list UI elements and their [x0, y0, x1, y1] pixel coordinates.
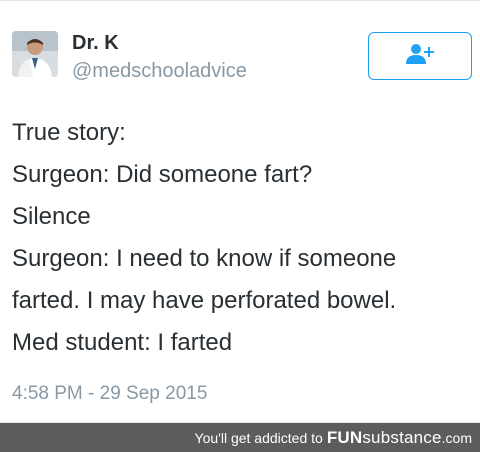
watermark-brand-bold: FUN	[326, 427, 363, 447]
watermark-bar: You'll get addicted to FUNsubstance .com	[0, 423, 480, 452]
top-divider	[0, 0, 480, 1]
watermark-brand-rest: substance	[362, 427, 442, 447]
tweet-line: Surgeon: Did someone fart?	[12, 161, 313, 188]
watermark-domain: .com	[441, 429, 472, 446]
tweet-line: Med student: I farted	[12, 329, 233, 356]
avatar[interactable]	[12, 31, 58, 77]
tweet-line: True story:	[12, 119, 126, 146]
tweet-line: farted. I may have perforated bowel.	[12, 287, 397, 314]
tweet-timestamp[interactable]: 4:58 PM - 29 Sep 2015	[12, 382, 207, 406]
watermark-tagline: You'll get addicted to	[194, 429, 323, 446]
author-handle[interactable]: @medschooladvice	[72, 59, 247, 83]
tweet-text: True story: Surgeon: Did someone fart? S…	[12, 112, 472, 364]
profile-photo-icon	[12, 31, 58, 77]
watermark-brand: FUNsubstance	[327, 428, 442, 448]
author-display-name[interactable]: Dr. K	[72, 31, 119, 55]
tweet-line: Surgeon: I need to know if someone	[12, 245, 397, 272]
add-user-icon	[406, 43, 434, 70]
tweet-line: Silence	[12, 203, 91, 230]
follow-button[interactable]	[368, 32, 472, 80]
